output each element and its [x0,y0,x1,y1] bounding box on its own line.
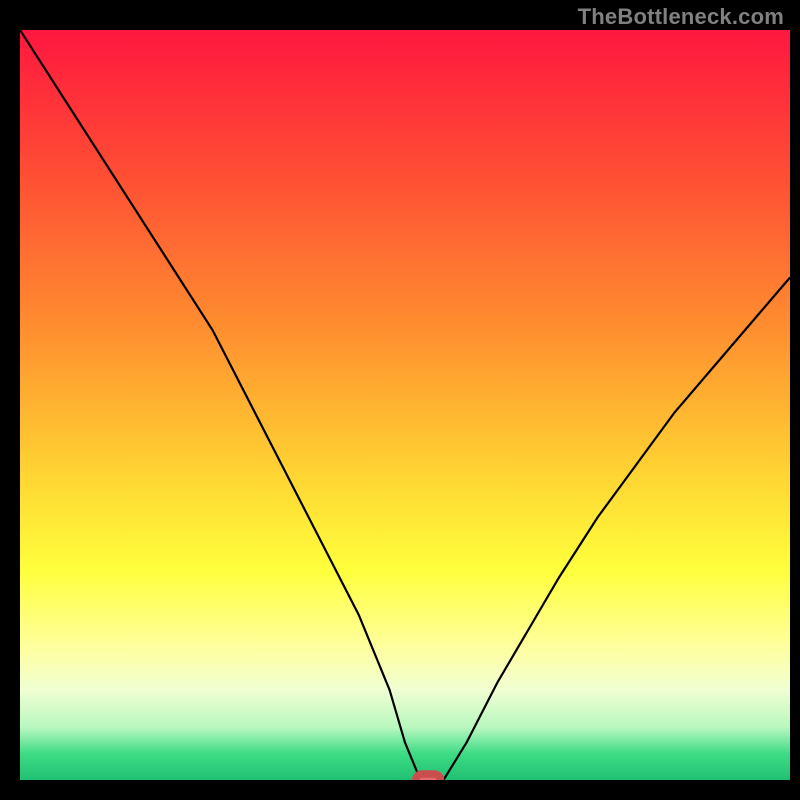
watermark-text: TheBottleneck.com [578,4,784,30]
gradient-background [20,30,790,780]
chart-svg [20,30,790,780]
optimal-point-marker [416,774,441,780]
chart-plot-area [20,30,790,780]
